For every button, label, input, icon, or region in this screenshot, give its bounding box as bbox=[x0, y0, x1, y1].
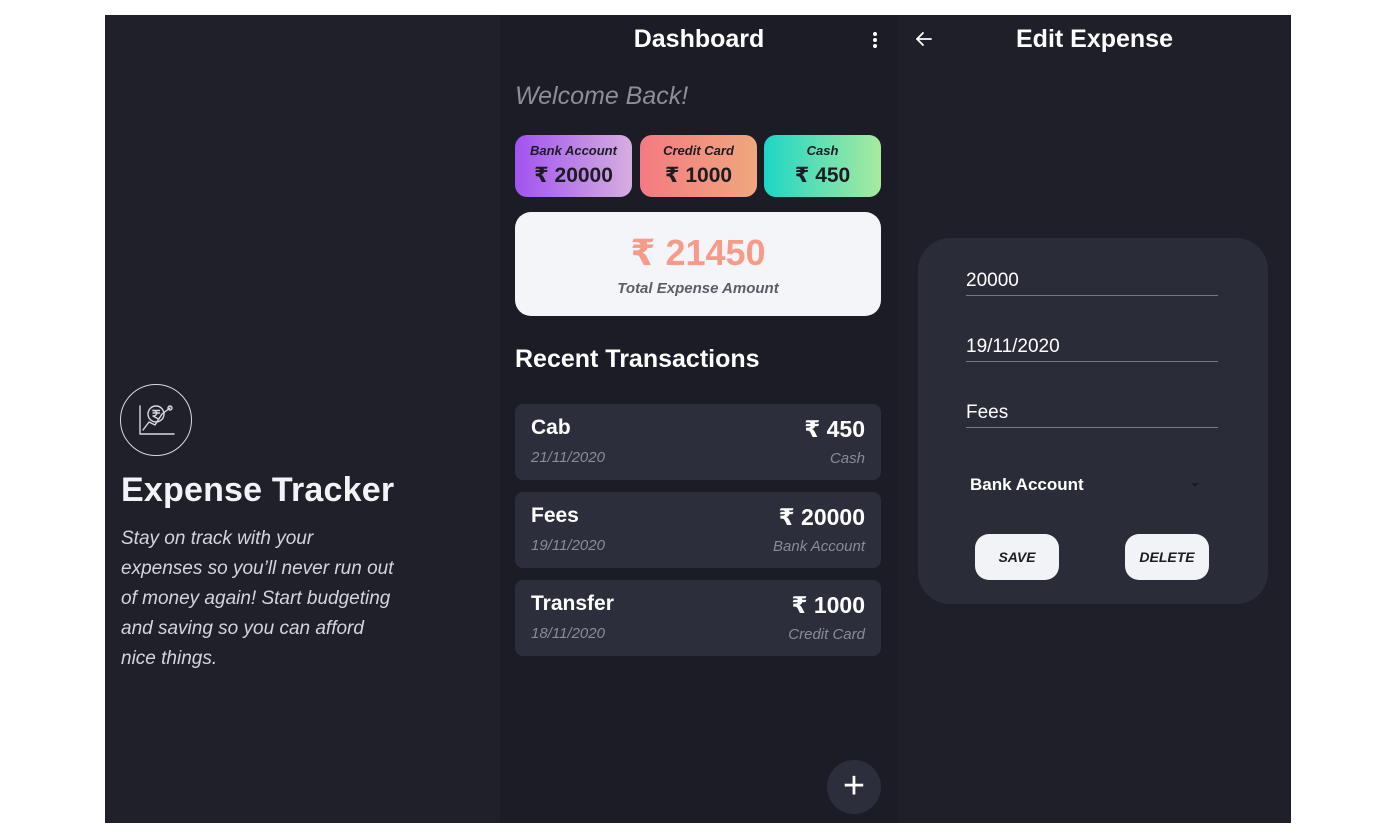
transaction-account: Credit Card bbox=[788, 626, 865, 643]
transaction-date: 21/11/2020 bbox=[531, 449, 605, 466]
intro-panel: Expense Tracker Stay on track with your … bbox=[105, 15, 500, 823]
transaction-item[interactable]: Cab 21/11/2020 ₹ 450 Cash bbox=[515, 404, 881, 480]
account-select[interactable]: Bank Account bbox=[970, 474, 1202, 496]
app-frame: Expense Tracker Stay on track with your … bbox=[105, 15, 1291, 823]
transaction-amount: ₹ 450 bbox=[804, 416, 865, 442]
caret-down-icon bbox=[1191, 483, 1199, 487]
transaction-amount: ₹ 1000 bbox=[791, 592, 865, 618]
account-label: Credit Card bbox=[663, 143, 734, 158]
date-field[interactable]: 19/11/2020 bbox=[966, 328, 1218, 362]
welcome-text: Welcome Back! bbox=[515, 82, 689, 110]
transaction-account: Bank Account bbox=[773, 538, 865, 555]
transaction-name: Transfer bbox=[531, 592, 614, 615]
account-label: Cash bbox=[806, 143, 839, 158]
save-button[interactable]: SAVE bbox=[975, 534, 1059, 580]
total-expense-card: ₹ 21450 Total Expense Amount bbox=[515, 212, 881, 316]
app-description: Stay on track with your expenses so you’… bbox=[121, 528, 394, 669]
amount-field[interactable]: 20000 bbox=[966, 262, 1218, 296]
recent-transactions-title: Recent Transactions bbox=[515, 345, 760, 373]
account-select-value: Bank Account bbox=[970, 475, 1084, 494]
note-field[interactable]: Fees bbox=[966, 394, 1218, 428]
total-expense-amount: ₹ 21450 bbox=[630, 232, 766, 273]
account-amount: ₹ 450 bbox=[794, 164, 851, 187]
transaction-date: 18/11/2020 bbox=[531, 625, 605, 642]
total-expense-label: Total Expense Amount bbox=[617, 280, 779, 297]
kebab-menu-icon[interactable] bbox=[870, 29, 880, 51]
transaction-name: Fees bbox=[531, 504, 579, 527]
app-title: Expense Tracker bbox=[121, 471, 395, 509]
dashboard-panel: Dashboard Welcome Back! Bank Account ₹ 2… bbox=[500, 15, 898, 823]
plus-icon: + bbox=[842, 765, 866, 807]
transaction-name: Cab bbox=[531, 416, 571, 439]
edit-expense-panel: Edit Expense 20000 19/11/2020 Fees Bank … bbox=[898, 15, 1291, 823]
dashboard-title: Dashboard bbox=[633, 25, 765, 53]
account-amount: ₹ 20000 bbox=[534, 164, 613, 187]
rupee-chart-icon bbox=[120, 384, 192, 456]
transaction-item[interactable]: Transfer 18/11/2020 ₹ 1000 Credit Card bbox=[515, 580, 881, 656]
delete-button[interactable]: DELETE bbox=[1125, 534, 1209, 580]
edit-expense-form: 20000 19/11/2020 Fees Bank Account SAVE … bbox=[918, 238, 1268, 604]
add-transaction-button[interactable]: + bbox=[827, 760, 881, 814]
account-card-credit[interactable]: Credit Card ₹ 1000 bbox=[640, 135, 757, 197]
transaction-account: Cash bbox=[829, 450, 865, 467]
account-card-cash[interactable]: Cash ₹ 450 bbox=[764, 135, 881, 197]
transaction-amount: ₹ 20000 bbox=[778, 504, 865, 530]
account-card-bank[interactable]: Bank Account ₹ 20000 bbox=[515, 135, 632, 197]
account-amount: ₹ 1000 bbox=[664, 164, 733, 187]
transaction-item[interactable]: Fees 19/11/2020 ₹ 20000 Bank Account bbox=[515, 492, 881, 568]
account-label: Bank Account bbox=[530, 143, 617, 158]
edit-expense-title: Edit Expense bbox=[1016, 25, 1173, 53]
transaction-date: 19/11/2020 bbox=[531, 537, 605, 554]
